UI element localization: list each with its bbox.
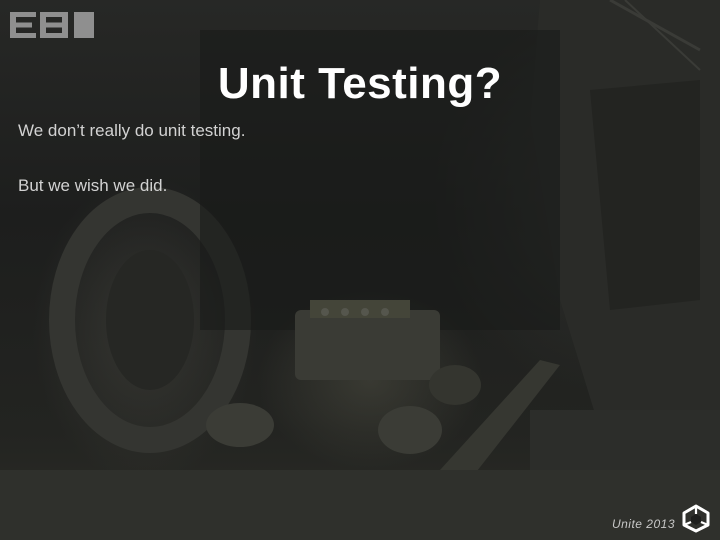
- bbi-logo: [10, 12, 94, 38]
- footer-event-label: Unite 2013: [611, 517, 675, 531]
- body-text-line-1: We don’t really do unit testing.: [18, 121, 246, 140]
- body-text-line-2: But we wish we did.: [18, 176, 168, 195]
- unity-logo-icon: [681, 503, 711, 533]
- slide-title: Unit Testing?: [217, 59, 503, 108]
